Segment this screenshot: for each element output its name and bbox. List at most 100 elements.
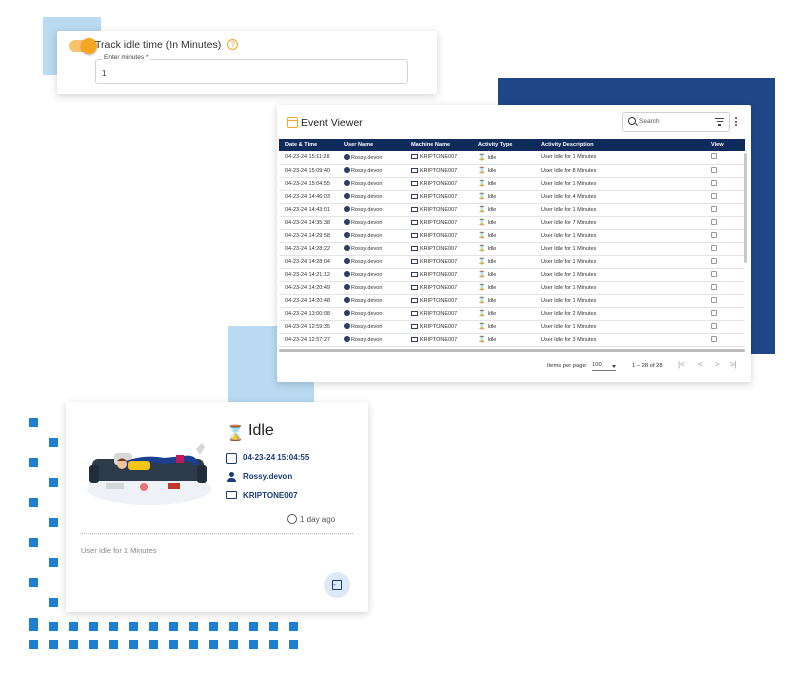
first-page-button[interactable]: |< bbox=[678, 360, 685, 369]
cell-view[interactable] bbox=[705, 216, 745, 230]
cell-view[interactable] bbox=[705, 255, 745, 269]
minutes-field-value[interactable]: 1 bbox=[102, 69, 106, 78]
hourglass-icon: ⌛ bbox=[478, 233, 486, 239]
table-row[interactable]: 04-23-24 14:28:04 Rossy.devon KRIPTONE007 ⌛… bbox=[279, 255, 745, 269]
cell-view[interactable] bbox=[705, 229, 745, 243]
col-activity-description[interactable]: Activity Description bbox=[535, 139, 705, 151]
dot bbox=[29, 418, 38, 427]
idle-illustration bbox=[87, 443, 211, 505]
cell-view[interactable] bbox=[705, 333, 745, 347]
cell-description: User Idle for 1 Minutes bbox=[535, 320, 705, 334]
view-icon[interactable] bbox=[711, 153, 717, 160]
view-icon[interactable] bbox=[711, 192, 717, 199]
cell-view[interactable] bbox=[705, 294, 745, 308]
minutes-field[interactable]: Enter minutes * 1 bbox=[95, 54, 408, 84]
view-icon[interactable] bbox=[711, 335, 717, 342]
view-icon[interactable] bbox=[711, 283, 717, 290]
table-row[interactable]: 04-23-24 13:00:08 Rossy.devon KRIPTONE007 ⌛… bbox=[279, 307, 745, 321]
prev-page-button[interactable]: < bbox=[698, 360, 703, 369]
monitor-icon bbox=[411, 154, 418, 160]
view-icon[interactable] bbox=[711, 166, 717, 173]
table-row[interactable]: 04-23-24 14:43:01 Rossy.devon KRIPTONE007 ⌛… bbox=[279, 203, 745, 217]
cell-view[interactable] bbox=[705, 281, 745, 295]
view-icon[interactable] bbox=[711, 322, 717, 329]
items-per-page-select[interactable]: 100 bbox=[592, 362, 616, 371]
cell-date: 04-23-24 14:20:49 bbox=[279, 281, 338, 295]
table-row[interactable]: 04-23-24 14:21:12 Rossy.devon KRIPTONE007 ⌛… bbox=[279, 268, 745, 282]
cell-type: ⌛ Idle bbox=[472, 164, 535, 178]
table-row[interactable]: 04-23-24 15:09:40 Rossy.devon KRIPTONE007 ⌛… bbox=[279, 164, 745, 178]
cell-view[interactable] bbox=[705, 151, 745, 165]
track-idle-toggle[interactable] bbox=[69, 38, 97, 54]
open-details-button[interactable]: → bbox=[324, 572, 350, 598]
last-page-button[interactable]: >| bbox=[730, 360, 737, 369]
cell-type: ⌛ Idle bbox=[472, 307, 535, 321]
col-activity-type[interactable]: Activity Type bbox=[472, 139, 535, 151]
view-icon[interactable] bbox=[711, 231, 717, 238]
cell-view[interactable] bbox=[705, 203, 745, 217]
cell-date: 04-23-24 15:04:55 bbox=[279, 177, 338, 191]
cell-user: Rossy.devon bbox=[338, 177, 405, 191]
cell-view[interactable] bbox=[705, 242, 745, 256]
view-icon[interactable] bbox=[711, 257, 717, 264]
view-icon[interactable] bbox=[711, 205, 717, 212]
table-row[interactable]: 04-23-24 15:11:28 Rossy.devon KRIPTONE007 ⌛… bbox=[279, 151, 745, 165]
cell-type-text: Idle bbox=[487, 246, 497, 252]
table-row[interactable]: 04-23-24 12:59:35 Rossy.devon KRIPTONE007 ⌛… bbox=[279, 320, 745, 334]
dot bbox=[169, 622, 178, 631]
table-row[interactable]: 04-23-24 14:29:58 Rossy.devon KRIPTONE007 ⌛… bbox=[279, 229, 745, 243]
cell-machine: KRIPTONE007 bbox=[405, 320, 472, 334]
track-idle-label-text: Track idle time (In Minutes) bbox=[95, 39, 222, 51]
cell-view[interactable] bbox=[705, 268, 745, 282]
cell-machine-text: KRIPTONE007 bbox=[420, 271, 458, 278]
col-user-name[interactable]: User Name bbox=[338, 139, 405, 151]
hourglass-icon: ⌛ bbox=[478, 154, 486, 161]
cell-type-text: Idle bbox=[487, 181, 497, 187]
table-row[interactable]: 04-23-24 15:04:55 Rossy.devon KRIPTONE007 ⌛… bbox=[279, 177, 745, 191]
cell-view[interactable] bbox=[705, 164, 745, 178]
cell-view[interactable] bbox=[705, 190, 745, 204]
cell-type: ⌛ Idle bbox=[472, 242, 535, 256]
view-icon[interactable] bbox=[711, 244, 717, 251]
table-row[interactable]: 04-23-24 12:57:27 Rossy.devon KRIPTONE007 ⌛… bbox=[279, 333, 745, 347]
cell-user: Rossy.devon bbox=[338, 203, 405, 217]
table-row[interactable]: 04-23-24 14:20:49 Rossy.devon KRIPTONE007 ⌛… bbox=[279, 281, 745, 295]
cell-description: User Idle for 1 Minutes bbox=[535, 294, 705, 308]
cell-view[interactable] bbox=[705, 320, 745, 334]
dot bbox=[149, 622, 158, 631]
table-row[interactable]: 04-23-24 14:35:38 Rossy.devon KRIPTONE007 ⌛… bbox=[279, 216, 745, 230]
cell-view[interactable] bbox=[705, 177, 745, 191]
table-row[interactable]: 04-23-24 14:28:22 Rossy.devon KRIPTONE007 ⌛… bbox=[279, 242, 745, 256]
cell-type-text: Idle bbox=[487, 220, 497, 226]
cell-description: User Idle for 1 Minutes bbox=[535, 177, 705, 191]
cell-date: 04-23-24 14:46:03 bbox=[279, 190, 338, 204]
user-icon bbox=[344, 310, 350, 316]
view-icon[interactable] bbox=[711, 296, 717, 303]
horizontal-scrollbar[interactable] bbox=[279, 349, 745, 352]
view-icon[interactable] bbox=[711, 270, 717, 277]
cell-description: User Idle for 1 Minutes bbox=[535, 203, 705, 217]
help-icon[interactable]: ? bbox=[227, 39, 239, 50]
filter-icon[interactable] bbox=[715, 118, 724, 126]
view-icon[interactable] bbox=[711, 218, 717, 225]
table-row[interactable]: 04-23-24 14:20:48 Rossy.devon KRIPTONE007 ⌛… bbox=[279, 294, 745, 308]
next-page-button[interactable]: > bbox=[715, 360, 720, 369]
col-machine-name[interactable]: Machine Name bbox=[405, 139, 472, 151]
vertical-scrollbar[interactable] bbox=[744, 153, 747, 263]
cell-view[interactable] bbox=[705, 307, 745, 321]
cell-description: User Idle for 1 Minutes bbox=[535, 151, 705, 165]
dot bbox=[49, 438, 58, 447]
search-input[interactable]: Search bbox=[622, 112, 730, 132]
view-icon[interactable] bbox=[711, 179, 717, 186]
dot bbox=[49, 558, 58, 567]
cell-type: ⌛ Idle bbox=[472, 281, 535, 295]
calendar-icon bbox=[226, 453, 237, 464]
dot bbox=[229, 640, 238, 649]
user-icon bbox=[344, 271, 350, 277]
more-options-icon[interactable] bbox=[735, 117, 738, 128]
cell-machine: KRIPTONE007 bbox=[405, 294, 472, 308]
view-icon[interactable] bbox=[711, 309, 717, 316]
table-row[interactable]: 04-23-24 14:46:03 Rossy.devon KRIPTONE007 ⌛… bbox=[279, 190, 745, 204]
col-date-time[interactable]: Date & Time bbox=[279, 139, 338, 151]
divider bbox=[81, 533, 353, 534]
